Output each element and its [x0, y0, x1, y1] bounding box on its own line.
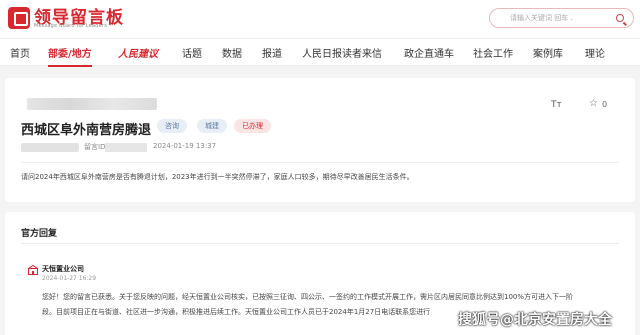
reply-text-line: 您好！您的留言已获悉。关于您反映的问题，经天恒置业公司核实，已按照三征询、四公示…	[42, 293, 574, 301]
nav-data[interactable]: 数据	[222, 45, 242, 60]
tag-status-handled: 已办理	[234, 119, 271, 133]
search-input[interactable]	[510, 11, 610, 25]
message-title: 西城区阜外南营房腾退	[21, 123, 152, 138]
watermark-text: 搜狐号@北京安置房大全	[458, 312, 612, 328]
reply-organization: 天恒置业公司	[42, 265, 84, 273]
tag-urban-construction: 城建	[197, 119, 227, 133]
logo-subtitle: Message Board for Leaders	[34, 23, 108, 29]
divider	[21, 162, 619, 163]
reply-date: 2024-01-27 16:29	[42, 275, 97, 282]
logo-icon[interactable]	[8, 7, 30, 29]
nav-social-work[interactable]: 社会工作	[473, 45, 513, 60]
star-icon[interactable]: ☆	[589, 98, 598, 109]
header: 领导留言板 Message Board for Leaders	[0, 0, 640, 38]
blurred-author	[21, 143, 79, 152]
message-card: Tт ☆ 0 西城区阜外南营房腾退 咨询 城建 已办理 留言ID 2024-01…	[5, 78, 635, 202]
message-id-label: 留言ID	[84, 143, 106, 151]
nav-reports[interactable]: 报道	[262, 45, 282, 60]
organization-icon	[28, 265, 38, 275]
main-nav: 首页 部委/地方 人民建议 话题 数据 报道 人民日报读者来信 政企直通车 社会…	[0, 38, 640, 67]
blurred-breadcrumb	[27, 98, 157, 110]
star-count: 0	[602, 100, 608, 109]
message-content: 请问2024年西城区阜外南营房是否有腾退计划，2023年进行到一半突然停滞了，家…	[21, 173, 414, 181]
reply-text-line: 段。目前项目正在与街道、社区进一步沟通，积极推进后续工作。天恒置业公司工作人员已…	[42, 308, 431, 316]
nav-ministries-local[interactable]: 部委/地方	[48, 45, 92, 67]
nav-enterprise-express[interactable]: 政企直通车	[404, 45, 454, 60]
nav-topics[interactable]: 话题	[182, 45, 202, 60]
search-icon[interactable]	[616, 14, 624, 22]
nav-readers-letters[interactable]: 人民日报读者来信	[302, 45, 382, 60]
reply-heading: 官方回复	[21, 229, 58, 239]
search-box[interactable]	[489, 8, 634, 28]
font-size-toggle[interactable]: Tт	[551, 100, 562, 110]
message-date: 2024-01-19 13:37	[153, 142, 217, 150]
nav-home[interactable]: 首页	[10, 45, 30, 60]
divider	[21, 243, 619, 244]
nav-theory[interactable]: 理论	[585, 45, 605, 60]
tag-consult: 咨询	[157, 119, 187, 133]
nav-people-suggestions[interactable]: 人民建议	[118, 45, 158, 60]
nav-case-library[interactable]: 案例库	[533, 45, 563, 60]
blurred-message-id	[105, 143, 147, 152]
